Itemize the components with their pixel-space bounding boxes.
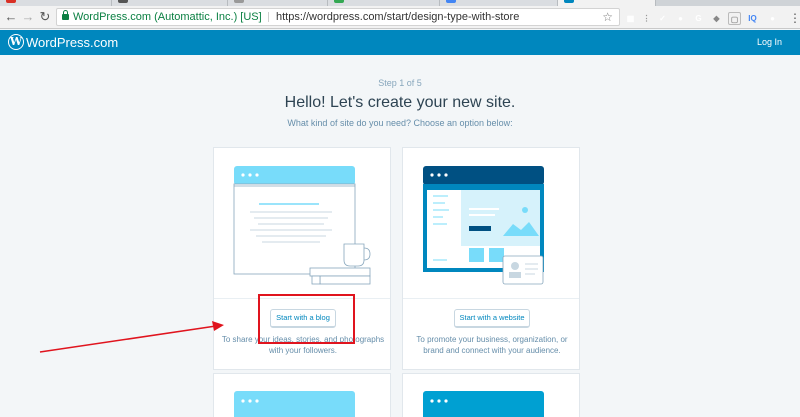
log-in-link[interactable]: Log In <box>757 37 782 47</box>
blog-description-line: with your followers. <box>268 346 338 355</box>
third-option-card[interactable] <box>213 373 391 417</box>
checkmark-extension-icon[interactable]: ✓ <box>656 12 669 25</box>
lock-icon <box>62 10 69 20</box>
tab-favicon <box>6 0 16 3</box>
tab-favicon <box>564 0 574 3</box>
address-bar[interactable]: WordPress.com (Automattic, Inc.) [US] ht… <box>56 8 620 26</box>
start-with-website-button[interactable]: Start with a website <box>454 309 530 328</box>
url-text: https://wordpress.com/start/design-type-… <box>276 11 520 23</box>
website-description-line: brand and connect with your audience. <box>423 346 561 355</box>
browser-menu-icon[interactable]: ⋮ <box>789 12 800 25</box>
third-card-illustration <box>234 391 355 417</box>
website-option-card[interactable]: Start with a website To promote your bus… <box>402 147 580 370</box>
reload-icon[interactable]: ↻ <box>37 9 53 25</box>
browser-toolbar: ← → ↻ WordPress.com (Automattic, Inc.) [… <box>0 6 800 29</box>
tab-favicon <box>446 0 456 3</box>
cookie-extension-icon[interactable]: ● <box>766 12 779 25</box>
tab-favicon <box>118 0 128 3</box>
tab-favicon <box>234 0 244 3</box>
puzzle-extension-icon[interactable]: ▦ <box>624 12 637 25</box>
website-description-line: To promote your business, organization, … <box>416 335 568 344</box>
page-subtitle: What kind of site do you need? Choose an… <box>287 118 513 128</box>
site-name[interactable]: WordPress.com <box>26 35 118 50</box>
bookmark-star-icon[interactable]: ☆ <box>602 9 613 25</box>
annotation-highlight-box <box>258 294 355 344</box>
cat-extension-icon[interactable]: ◆ <box>710 12 723 25</box>
address-divider <box>268 12 269 22</box>
secure-origin-label: WordPress.com (Automattic, Inc.) [US] <box>73 11 262 23</box>
forward-arrow-icon[interactable]: → <box>20 9 36 25</box>
iq-extension-icon[interactable]: IQ <box>746 12 759 25</box>
tab-favicon <box>334 0 344 3</box>
extension-separator-icon: ⋮ <box>642 14 651 23</box>
fourth-card-illustration <box>423 391 544 417</box>
annotation-arrow <box>39 321 224 353</box>
wordpress-masterbar: W WordPress.com Log In <box>0 30 800 55</box>
website-description: To promote your business, organization, … <box>407 334 577 356</box>
frame-extension-icon[interactable]: ▢ <box>728 12 741 25</box>
rec-extension-icon[interactable]: ● <box>674 12 687 25</box>
fourth-option-card[interactable] <box>402 373 580 417</box>
step-indicator: Step 1 of 5 <box>378 78 422 88</box>
wordpress-logo-icon[interactable]: W <box>8 34 24 50</box>
website-illustration <box>423 166 544 285</box>
blog-illustration <box>233 166 371 285</box>
grammarly-extension-icon[interactable]: G <box>692 12 705 25</box>
page-title: Hello! Let's create your new site. <box>284 94 516 111</box>
back-arrow-icon[interactable]: ← <box>3 9 19 25</box>
card-divider <box>403 298 579 299</box>
